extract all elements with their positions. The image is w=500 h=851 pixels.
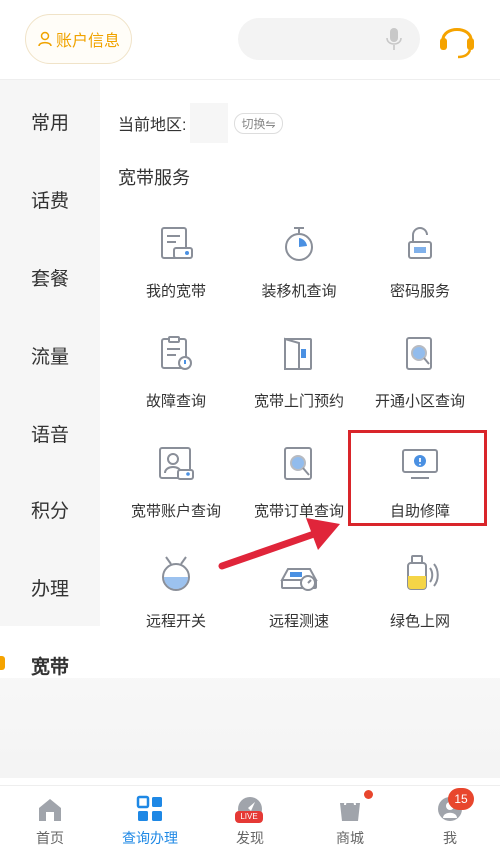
service-label: 密码服务 bbox=[389, 283, 450, 300]
service-label: 绿色上网 bbox=[389, 613, 450, 630]
unlock-icon bbox=[408, 227, 432, 259]
service-fault-query[interactable]: 故障查询 bbox=[114, 334, 238, 434]
mall-notification-dot bbox=[364, 790, 373, 799]
sidebar-item-voice[interactable]: 语音 bbox=[0, 394, 100, 472]
service-label: 开通小区查询 bbox=[374, 393, 465, 410]
search-doc-icon bbox=[406, 337, 432, 370]
sidebar-item-label: 流量 bbox=[30, 346, 69, 368]
grid-icon bbox=[136, 795, 162, 821]
account-info-button[interactable]: 账户信息 bbox=[25, 14, 132, 64]
region-label: 当前地区: bbox=[118, 117, 187, 134]
home-icon bbox=[39, 799, 61, 821]
service-onsite-appointment[interactable]: 宽带上门预约 bbox=[237, 334, 361, 434]
nav-label: 商城 bbox=[336, 830, 364, 846]
service-my-broadband[interactable]: 我的宽带 bbox=[114, 224, 238, 324]
sidebar-item-label: 套餐 bbox=[30, 268, 69, 290]
sidebar-item-label: 话费 bbox=[30, 190, 69, 212]
switch-region-button[interactable]: 切换⇋ bbox=[234, 112, 283, 134]
mic-icon[interactable] bbox=[386, 27, 402, 51]
timer-icon bbox=[285, 227, 313, 261]
live-badge: LIVE bbox=[235, 811, 263, 823]
region-row: 当前地区: 切换⇋ bbox=[118, 103, 283, 143]
notification-badge: 15 bbox=[448, 788, 474, 810]
nav-mall[interactable]: 商城 bbox=[300, 794, 400, 850]
highlight-box bbox=[348, 430, 487, 526]
sidebar-item-phone-fee[interactable]: 话费 bbox=[0, 160, 100, 238]
service-area-query[interactable]: 开通小区查询 bbox=[358, 334, 482, 434]
region-value bbox=[190, 103, 229, 143]
nav-label: 发现 bbox=[236, 830, 264, 846]
sidebar-item-plan[interactable]: 套餐 bbox=[0, 238, 100, 316]
sidebar-item-label: 常用 bbox=[30, 112, 69, 134]
door-icon bbox=[284, 337, 312, 370]
nav-label: 查询办理 bbox=[122, 830, 178, 846]
main-content: 当前地区: 切换⇋ 宽带服务 我的宽带 装移机查询 密码服务 故障查询 宽带上门… bbox=[100, 80, 500, 700]
sidebar-item-data[interactable]: 流量 bbox=[0, 316, 100, 394]
sidebar-item-label: 办理 bbox=[30, 578, 69, 600]
user-icon bbox=[38, 31, 52, 47]
account-info-label: 账户信息 bbox=[55, 33, 120, 50]
green-web-icon bbox=[407, 555, 439, 590]
nav-home[interactable]: 首页 bbox=[0, 794, 100, 850]
header: 账户信息 bbox=[0, 0, 500, 80]
section-title: 宽带服务 bbox=[118, 168, 190, 188]
broadband-doc-icon bbox=[161, 227, 193, 259]
arrow-annotation bbox=[218, 518, 340, 570]
account-card-icon bbox=[159, 447, 194, 480]
sidebar-item-common[interactable]: 常用 bbox=[0, 82, 100, 160]
fault-doc-icon bbox=[161, 336, 192, 370]
search-input[interactable] bbox=[238, 18, 420, 60]
nav-label: 我 bbox=[443, 830, 457, 846]
order-search-icon bbox=[284, 447, 312, 480]
remote-switch-icon bbox=[162, 556, 190, 591]
service-install-query[interactable]: 装移机查询 bbox=[237, 224, 361, 324]
category-sidebar: 常用 话费 套餐 流量 语音 积分 办理 宽带 bbox=[0, 80, 100, 704]
headset-icon[interactable] bbox=[438, 18, 476, 60]
blurred-overlay bbox=[0, 678, 500, 778]
nav-label: 首页 bbox=[36, 830, 64, 846]
service-password[interactable]: 密码服务 bbox=[358, 224, 482, 324]
sidebar-item-handle[interactable]: 办理 bbox=[0, 548, 100, 626]
bag-icon bbox=[340, 798, 360, 821]
service-green-internet[interactable]: 绿色上网 bbox=[358, 554, 482, 654]
sidebar-item-points[interactable]: 积分 bbox=[0, 470, 100, 548]
nav-query-handle[interactable]: 查询办理 bbox=[100, 794, 200, 850]
sidebar-item-label: 宽带 bbox=[30, 656, 69, 678]
sidebar-item-label: 积分 bbox=[30, 500, 69, 522]
sidebar-item-label: 语音 bbox=[30, 424, 69, 446]
